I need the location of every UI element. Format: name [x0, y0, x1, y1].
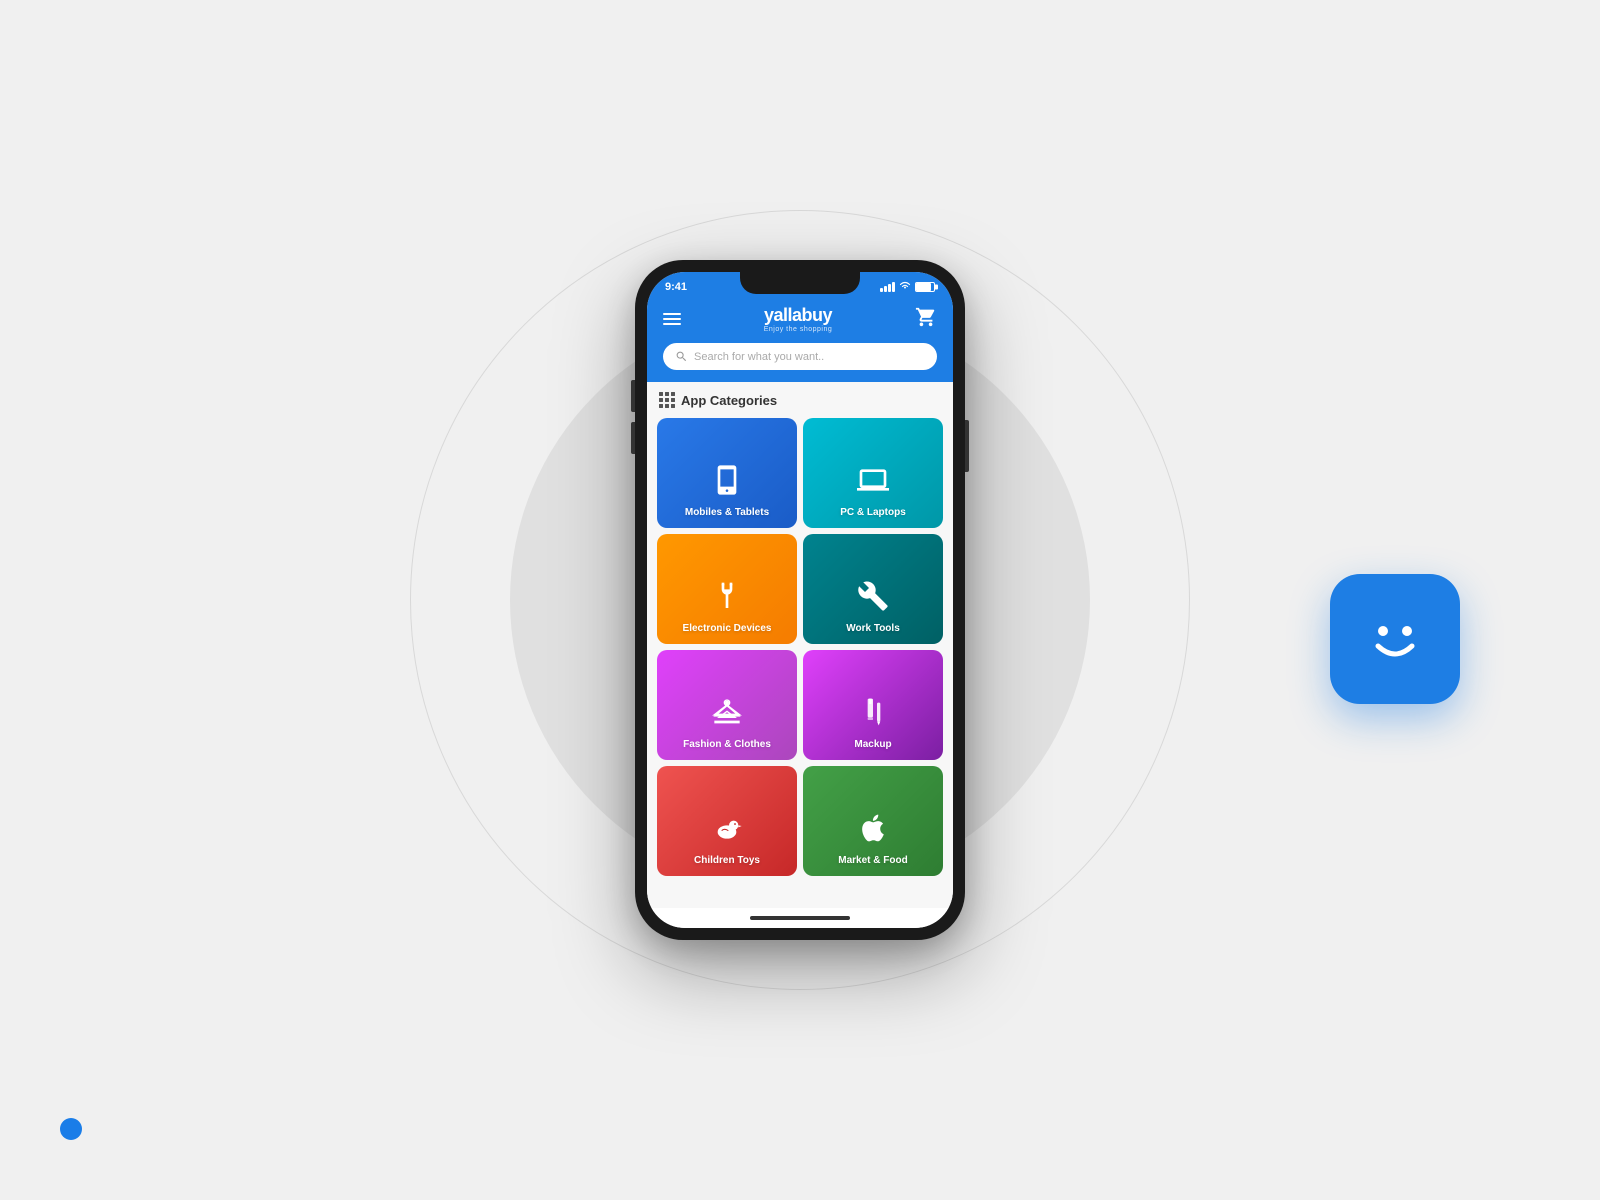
fashion-icon-wrap: [711, 696, 743, 733]
mackup-icon-wrap: [857, 696, 889, 733]
volume-up-button: [631, 380, 635, 412]
hamburger-line-2: [663, 318, 681, 320]
cart-icon: [915, 306, 937, 328]
power-button: [965, 420, 969, 472]
phone-frame: 9:41: [635, 260, 965, 940]
categories-header: App Categories: [657, 392, 943, 408]
category-pc[interactable]: PC & Laptops: [803, 418, 943, 528]
mobile-icon: [711, 464, 743, 496]
phone-side-left: [631, 380, 635, 464]
category-fashion[interactable]: Fashion & Clothes: [657, 650, 797, 760]
app-icon-badge: [1330, 574, 1460, 704]
wifi-icon: [899, 280, 911, 293]
search-bar[interactable]: Search for what you want..: [663, 343, 937, 370]
hamburger-menu-button[interactable]: [663, 313, 681, 325]
makeup-icon: [857, 696, 889, 728]
laptop-icon: [857, 464, 889, 496]
signal-bars: [880, 282, 895, 292]
worktools-icon-wrap: [857, 580, 889, 617]
status-time: 9:41: [665, 281, 687, 293]
category-electronic[interactable]: Electronic Devices: [657, 534, 797, 644]
phone-side-right: [965, 420, 969, 472]
status-bar: 9:41: [647, 272, 953, 297]
worktools-label: Work Tools: [846, 623, 900, 634]
category-market[interactable]: Market & Food: [803, 766, 943, 876]
status-icons: [880, 280, 935, 293]
home-bar: [750, 916, 850, 920]
wrench-icon: [857, 580, 889, 612]
category-mackup[interactable]: Mackup: [803, 650, 943, 760]
phone-screen: 9:41: [647, 272, 953, 928]
app-logo-subtitle: Enjoy the shopping: [764, 326, 833, 333]
market-label: Market & Food: [838, 855, 907, 866]
category-mobiles[interactable]: Mobiles & Tablets: [657, 418, 797, 528]
volume-down-button: [631, 422, 635, 454]
mackup-label: Mackup: [854, 739, 891, 750]
app-logo-text: yallabuy: [764, 305, 832, 326]
app-logo: yallabuy Enjoy the shopping: [764, 305, 833, 333]
cart-button[interactable]: [915, 306, 937, 333]
hamburger-line-1: [663, 313, 681, 315]
battery-icon: [915, 282, 935, 292]
category-worktools[interactable]: Work Tools: [803, 534, 943, 644]
signal-bar-3: [888, 284, 891, 292]
search-icon: [675, 350, 688, 363]
categories-section: App Categories Mobiles & Tablets: [647, 382, 953, 908]
header-top: yallabuy Enjoy the shopping: [663, 305, 937, 333]
pc-icon-wrap: [857, 464, 889, 501]
fashion-label: Fashion & Clothes: [683, 739, 771, 750]
market-icon-wrap: [857, 812, 889, 849]
home-indicator: [647, 908, 953, 928]
notch: [740, 272, 860, 294]
pc-label: PC & Laptops: [840, 507, 906, 518]
children-icon-wrap: [711, 812, 743, 849]
categories-grid: Mobiles & Tablets PC & Laptops: [657, 418, 943, 876]
mobiles-icon-wrap: [711, 464, 743, 501]
search-placeholder[interactable]: Search for what you want..: [694, 351, 925, 363]
category-children[interactable]: Children Toys: [657, 766, 797, 876]
mobiles-label: Mobiles & Tablets: [685, 507, 769, 518]
plug-icon: [711, 580, 743, 612]
children-label: Children Toys: [694, 855, 760, 866]
electronic-icon-wrap: [711, 580, 743, 617]
signal-bar-1: [880, 288, 883, 292]
signal-bar-2: [884, 286, 887, 292]
grid-icon: [659, 392, 675, 408]
battery-fill: [916, 283, 931, 291]
categories-title: App Categories: [681, 393, 777, 408]
signal-bar-4: [892, 282, 895, 292]
duck-icon: [711, 812, 743, 844]
electronic-label: Electronic Devices: [683, 623, 772, 634]
hanger-icon: [711, 696, 743, 728]
blue-dot-decoration: [60, 1118, 82, 1140]
smiley-icon: [1360, 604, 1430, 674]
apple-food-icon: [857, 812, 889, 844]
hamburger-line-3: [663, 323, 681, 325]
app-header: yallabuy Enjoy the shopping Search for w…: [647, 297, 953, 382]
